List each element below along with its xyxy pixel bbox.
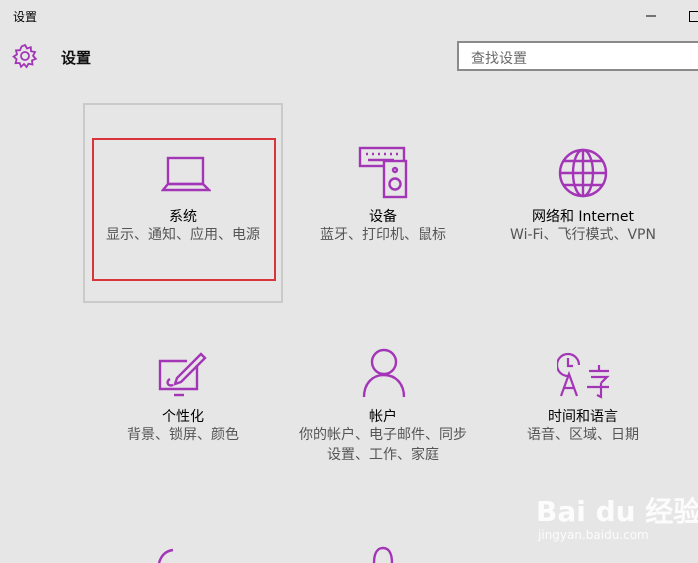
window-title: 设置 — [13, 10, 38, 24]
tile-system-title: 系统 — [169, 209, 197, 225]
personalization-icon — [158, 352, 207, 397]
ease-of-access-icon — [157, 548, 174, 563]
tile-accounts[interactable]: 帐户 你的帐户、电子邮件、同步设置、工作、家庭 — [283, 303, 483, 503]
watermark: Bai du 经验 jingyan.baidu.com — [536, 490, 698, 550]
laptop-icon — [161, 156, 211, 192]
privacy-icon — [372, 546, 394, 563]
page-title: 设置 — [61, 49, 92, 67]
tile-system-subtitle: 显示、通知、应用、电源 — [106, 227, 260, 243]
minimize-icon — [646, 15, 656, 17]
tile-personalization-title: 个性化 — [162, 409, 204, 425]
tile-accounts-title: 帐户 — [369, 409, 397, 425]
person-icon — [362, 348, 406, 398]
search-placeholder: 查找设置 — [471, 51, 527, 67]
tile-personalization-subtitle: 背景、锁屏、颜色 — [127, 427, 239, 443]
tile-time-language[interactable]: 时间和语言 语音、区域、日期 — [483, 303, 683, 503]
globe-icon — [558, 148, 608, 198]
devices-icon — [358, 146, 408, 199]
maximize-icon — [689, 11, 698, 22]
tile-system[interactable]: 系统 显示、通知、应用、电源 — [83, 103, 283, 303]
tile-personalization[interactable]: 个性化 背景、锁屏、颜色 — [83, 303, 283, 503]
tile-devices-title: 设备 — [369, 209, 397, 225]
watermark-text: Bai du 经验 — [536, 495, 698, 528]
title-bar: 设置 — [0, 0, 698, 32]
gear-icon — [12, 43, 38, 69]
tile-devices-subtitle: 蓝牙、打印机、鼠标 — [320, 227, 446, 243]
tile-devices[interactable]: 设备 蓝牙、打印机、鼠标 — [283, 103, 483, 303]
maximize-button[interactable] — [674, 0, 698, 32]
search-input[interactable]: 查找设置 — [457, 41, 698, 71]
time-language-icon — [557, 352, 610, 399]
watermark-url: jingyan.baidu.com — [538, 528, 649, 542]
minimize-button[interactable] — [628, 0, 674, 32]
tile-network[interactable]: 网络和 Internet Wi-Fi、飞行模式、VPN — [483, 103, 683, 303]
tile-time-language-title: 时间和语言 — [548, 409, 618, 425]
tile-accounts-subtitle: 你的帐户、电子邮件、同步设置、工作、家庭 — [299, 427, 467, 463]
tile-network-title: 网络和 Internet — [531, 209, 635, 225]
tile-time-language-subtitle: 语音、区域、日期 — [527, 427, 639, 443]
tile-network-subtitle: Wi-Fi、飞行模式、VPN — [510, 227, 656, 243]
